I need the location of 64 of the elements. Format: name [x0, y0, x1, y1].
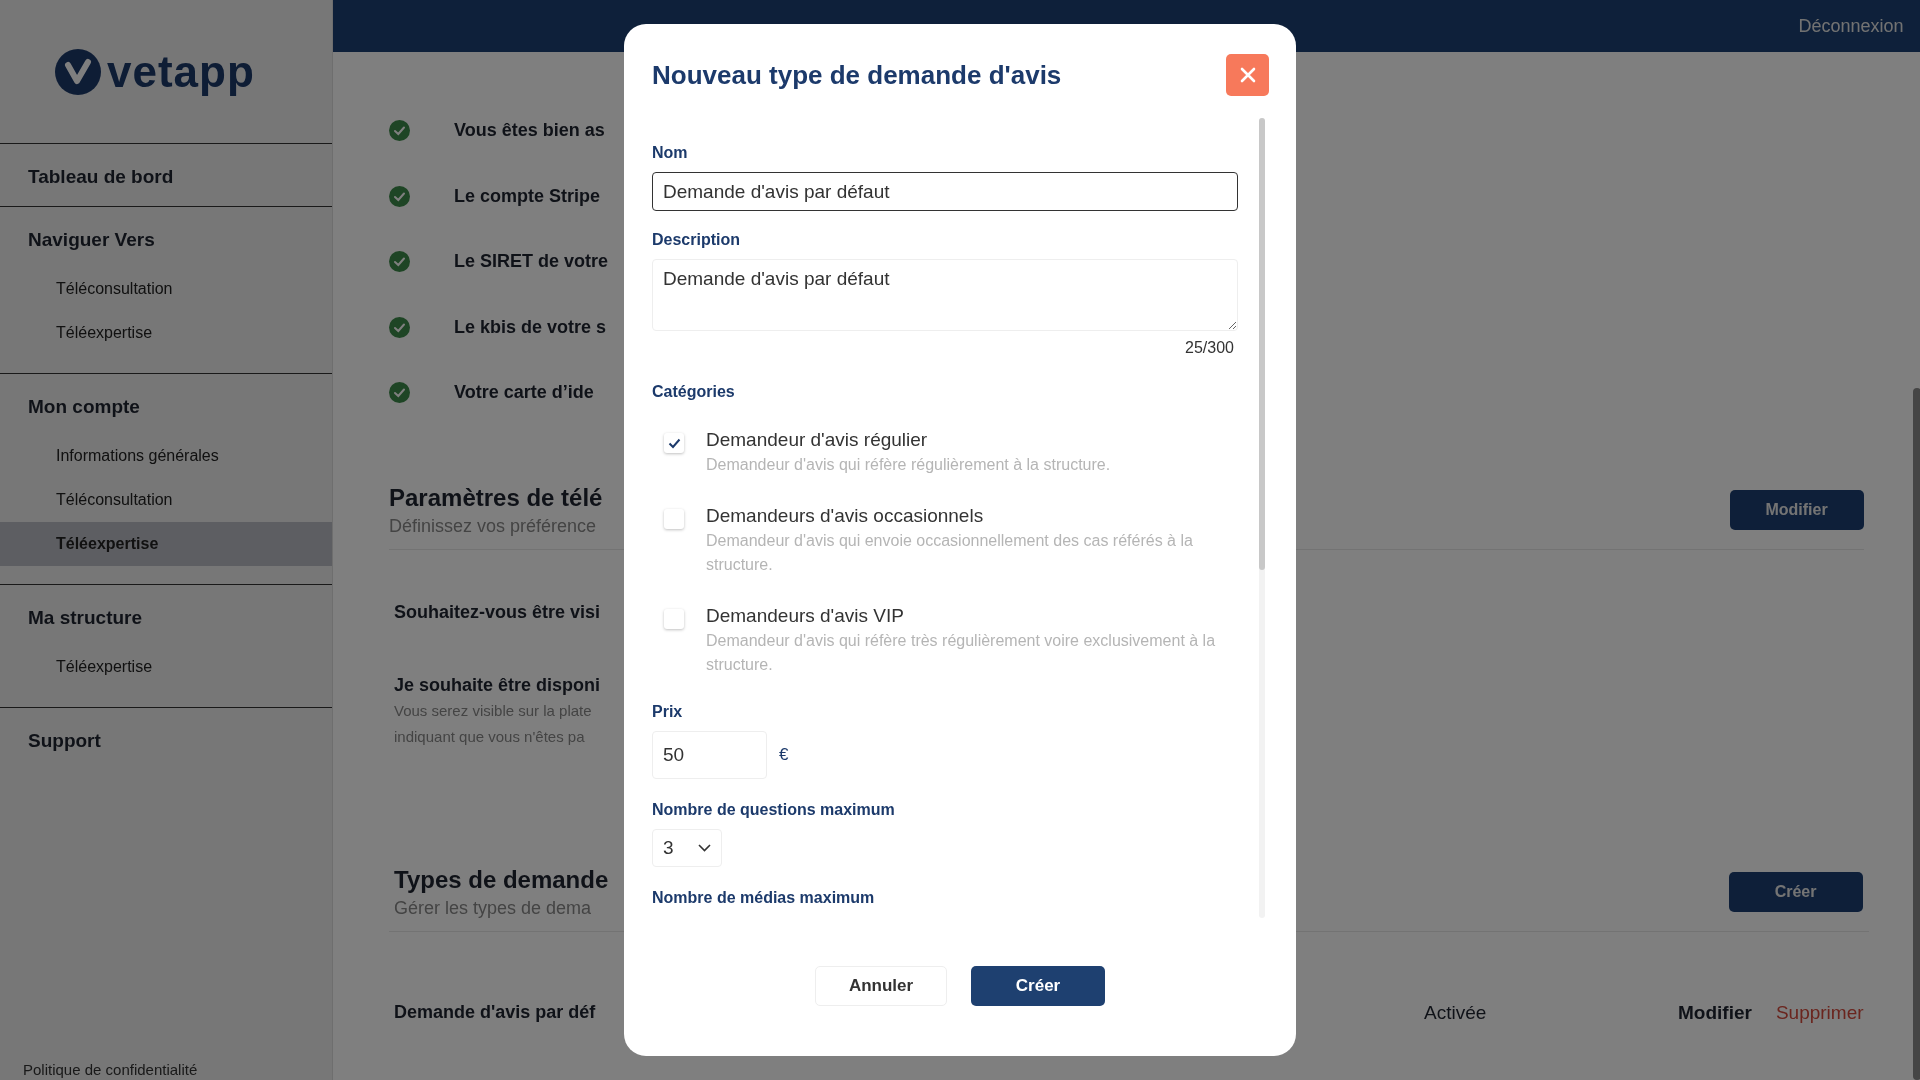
- close-button[interactable]: [1226, 54, 1269, 96]
- category-title: Demandeurs d'avis VIP: [706, 605, 905, 627]
- question-title: Souhaitez-vous être visi: [394, 601, 601, 623]
- scrollbar[interactable]: [1912, 388, 1920, 1080]
- checkmark-icon: [667, 437, 681, 449]
- currency-symbol: €: [779, 745, 789, 765]
- sidebar-item[interactable]: Téléconsultation: [0, 267, 332, 311]
- field-label: Nombre de questions maximum: [652, 801, 896, 819]
- name-field[interactable]: Demande d'avis par défaut: [652, 172, 1238, 211]
- logo-text: vetapp: [107, 46, 255, 97]
- section-subtitle: Gérer les types de dema: [394, 897, 593, 919]
- create-button[interactable]: Créer: [1728, 872, 1863, 912]
- section-title: Paramètres de télé: [389, 483, 603, 512]
- character-counter: 25/300: [1184, 339, 1234, 357]
- checklist-text: Le SIRET de votre: [454, 251, 609, 273]
- field-label: Description: [652, 231, 741, 249]
- section-subtitle: Définissez vos préférence: [389, 515, 598, 537]
- dialog-title: Nouveau type de demande d'avis: [652, 59, 1062, 91]
- logo-icon: [55, 48, 101, 95]
- question-description: Vous serez visible sur la plate: [394, 700, 592, 721]
- category-title: Demandeur d'avis régulier: [706, 429, 929, 451]
- type-status: Activée: [1424, 1001, 1488, 1024]
- create-button[interactable]: Créer: [971, 966, 1105, 1006]
- delete-link[interactable]: Supprimer: [1775, 1001, 1864, 1024]
- cancel-button[interactable]: Annuler: [815, 966, 947, 1006]
- edit-link[interactable]: Modifier: [1678, 1001, 1752, 1024]
- sidebar-item[interactable]: Téléexpertise: [0, 311, 332, 355]
- section-title: Types de demande: [394, 865, 609, 894]
- sidebar-section-title[interactable]: Ma structure: [0, 607, 332, 629]
- sidebar-item[interactable]: Téléexpertise: [0, 522, 332, 566]
- sidebar-item[interactable]: Téléexpertise: [0, 645, 332, 689]
- question-description: indiquant que vous n'êtes pa: [394, 726, 585, 747]
- type-name: Demande d'avis par déf: [394, 1002, 597, 1023]
- checklist-text: Vous êtes bien as: [454, 120, 605, 142]
- caret-icon: [698, 844, 711, 852]
- sidebar-section-title[interactable]: Support: [0, 730, 332, 752]
- price-field[interactable]: 50: [652, 731, 767, 779]
- logout-link[interactable]: Déconnexion: [1798, 15, 1904, 37]
- checkbox[interactable]: [664, 509, 684, 529]
- checklist-text: Le compte Stripe: [454, 185, 601, 207]
- close-icon: [1239, 67, 1256, 83]
- category-description: Demandeur d'avis qui réfère très régulièrement voire exclusivement à la structure.: [706, 631, 1217, 675]
- sidebar-item[interactable]: Téléconsultation: [0, 478, 332, 522]
- scrollbar[interactable]: [1259, 118, 1265, 570]
- field-label: Nom: [652, 144, 689, 162]
- checkbox[interactable]: [664, 609, 684, 629]
- questions-dropdown[interactable]: 3: [652, 829, 722, 867]
- privacy-link[interactable]: Politique de confidentialité: [0, 1061, 332, 1080]
- sidebar-section-title[interactable]: Naviguer Vers: [0, 229, 332, 251]
- category-description: Demandeur d'avis qui réfère régulièrement à la structure.: [706, 455, 1111, 475]
- checklist-text: Votre carte d’ide: [454, 382, 594, 404]
- checklist-text: Le kbis de votre s: [454, 316, 607, 338]
- modify-button[interactable]: Modifier: [1729, 490, 1864, 530]
- category-title: Demandeurs d'avis occasionnels: [706, 505, 985, 527]
- field-label: Prix: [652, 703, 684, 721]
- sidebar-item[interactable]: Informations générales: [0, 434, 332, 478]
- question-title: Je souhaite être disponi: [394, 674, 601, 696]
- sidebar-section-title[interactable]: Tableau de bord: [0, 166, 332, 188]
- category-description: Demandeur d'avis qui envoie occasionnellement des cas référés à la structure.: [706, 531, 1194, 575]
- description-field[interactable]: Demande d'avis par défaut: [652, 259, 1238, 331]
- field-label: Nombre de médias maximum: [652, 889, 876, 907]
- sidebar-section-title[interactable]: Mon compte: [0, 396, 332, 418]
- checkbox[interactable]: [664, 433, 684, 453]
- field-label: Catégories: [652, 383, 736, 401]
